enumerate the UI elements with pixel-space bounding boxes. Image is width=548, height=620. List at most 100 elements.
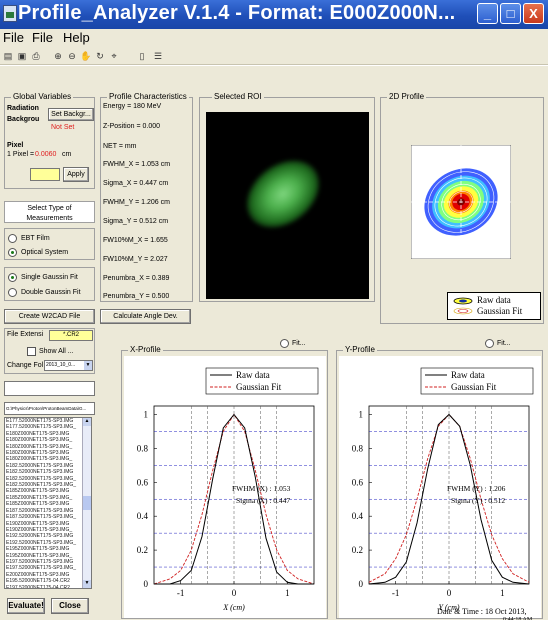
window-title: Profile_Analyzer V.1.4 - Format: E000Z00… [18,2,456,24]
not-set-status: Not Set [51,124,75,131]
calculate-angle-button[interactable]: Calculate Angle Dev. [100,309,191,324]
x-xlabel: X (cm) [222,603,245,612]
x-xtick-label: -1 [177,588,185,598]
measurement-type-header: Select Type of Measurements [4,201,95,223]
chevron-down-icon[interactable]: ▼ [84,361,92,370]
menu-bar: File File Help [0,29,548,47]
pixel-label: Pixel [7,142,24,149]
x-ytick-label: 1 [144,409,149,419]
data-cursor-icon[interactable]: ⌖ [108,50,120,62]
single-gaussian-radio[interactable] [8,273,17,282]
zoom-out-icon[interactable]: ⊖ [66,50,78,62]
ebt-film-radio[interactable] [8,234,17,243]
rotate-icon[interactable]: ↻ [94,50,106,62]
optical-system-label: Optical System [21,249,69,256]
y-legend-raw-label: Raw data [451,370,485,380]
profile-2d-legend: Raw data Gaussian Fit [447,292,541,320]
scroll-down-icon[interactable]: ▼ [83,580,91,588]
file-filter-input[interactable] [4,381,95,396]
single-gaussian-label: Single Gaussin Fit [21,274,78,281]
y-ytick-label: 0.6 [352,477,364,487]
y-ytick-label: 1 [359,409,364,419]
z-position-value: Z-Position = 0.000 [103,123,161,130]
profile-2d-title: 2D Profile [387,92,427,101]
background-label: Backgrou [7,116,40,123]
optical-system-radio[interactable] [8,248,17,257]
fit-type-group: Single Gaussin Fit Double Gaussin Fit [4,267,95,301]
app-icon [3,5,17,22]
pan-icon[interactable]: ✋ [80,50,92,62]
save-icon[interactable]: ▣ [16,50,28,62]
x-ytick-label: 0.6 [137,477,149,487]
file-list-item[interactable]: E197.52000NET175-04.CR2 [5,585,91,588]
x-profile-title: X-Profile [128,345,163,354]
y-ytick-label: 0.2 [352,545,363,555]
scroll-thumb[interactable] [83,496,91,510]
show-all-checkbox[interactable] [27,347,36,356]
close-window-button[interactable]: X [523,3,544,24]
profile-characteristics-panel: Profile Characteristics Energy = 180 MeV… [100,92,193,302]
maximize-button[interactable]: □ [500,3,521,24]
colorbar-icon[interactable]: ▯ [136,50,148,62]
close-button[interactable]: Close [51,598,89,614]
menu-file-2[interactable]: File [32,30,53,45]
evaluate-button[interactable]: Evaluate! [7,598,45,614]
x-profile-plot[interactable]: 0 0.2 0.4 0.6 0.8 1 -1 0 1 X (cm) FWHM (X) : 1.053… [124,356,326,618]
x-legend-raw-label: Raw data [236,370,270,380]
file-extension-input[interactable]: *.CR2 [49,330,93,341]
profile-2d-plot[interactable] [411,145,511,259]
sigma-y-value: Sigma_Y = 0.512 cm [103,218,169,225]
menu-help[interactable]: Help [63,30,90,45]
folder-select[interactable]: 2013_10_0... ▼ [44,360,93,371]
y-legend-fit-label: Gaussian Fit [451,382,497,392]
y-fit-radio[interactable] [485,339,494,348]
y-fit-label: Fit... [497,340,511,347]
legend-fit-label: Gaussian Fit [477,306,523,316]
y-profile-plot[interactable]: 00.20.40.60.81-1 0 1Y (cm)FWHM (Y) : 1.206… [339,356,541,618]
pixel-size-prefix: 1 Pixel = [7,151,35,158]
y-sigma-label: Sigma (Y) : 0.512 [451,496,505,505]
print-icon[interactable]: ⎙ [30,50,42,62]
x-legend-fit-label: Gaussian Fit [236,382,282,392]
y-xtick-label: 0 [447,588,452,598]
create-w2cad-button[interactable]: Create W2CAD File [4,309,95,324]
y-ytick-label: 0.4 [352,511,364,521]
selected-roi-panel: Selected ROI [199,92,375,302]
beam-spot [233,146,333,242]
fw10-x-value: FW10%M_X = 1.655 [103,237,168,244]
x-ytick-label: 0.4 [137,511,149,521]
penumbra-x-value: Penumbra_X = 0.389 [103,275,170,282]
apply-button[interactable]: Apply [63,167,89,182]
pixel-size-unit: cm [62,151,72,158]
show-all-label: Show All ... [39,348,74,355]
file-list[interactable]: E177.52000NET175-SP3.IMG E177.52000NET175… [4,417,92,589]
legend-icon[interactable]: ☰ [152,50,164,62]
pixel-size-input[interactable] [30,168,60,181]
zoom-in-icon[interactable]: ⊕ [52,50,64,62]
current-path: G:\Physics\Proton\ProtonBeamData\G... [4,402,95,415]
double-gaussian-radio[interactable] [8,288,17,297]
title-bar: Profile_Analyzer V.1.4 - Format: E000Z00… [0,0,548,29]
y-xtick-label: 1 [500,588,505,598]
scroll-up-icon[interactable]: ▲ [83,418,91,426]
legend-raw-label: Raw data [477,295,511,305]
x-xtick-label: 0 [232,588,237,598]
roi-image[interactable] [206,112,369,299]
x-fit-radio[interactable] [280,339,289,348]
pixel-size-value: 0.0060 [35,151,57,158]
toolbar: ▤ ▣ ⎙ ⊕ ⊖ ✋ ↻ ⌖ ▯ ☰ [0,47,548,65]
set-background-button[interactable]: Set Backgr... [48,108,94,121]
y-xtick-label: -1 [392,588,400,598]
radiation-label: Radiation [7,105,39,112]
global-variables-title: Global Variables [11,92,74,101]
sigma-x-value: Sigma_X = 0.447 cm [103,180,169,187]
x-ytick-label: 0 [144,579,149,589]
y-ytick-label: 0 [359,579,364,589]
minimize-button[interactable]: _ [477,3,498,24]
file-extension-label: File Extensi [7,331,44,338]
date-time-label: Date & Time : 18 Oct 2013, [437,607,527,616]
profile-characteristics-title: Profile Characteristics [107,92,189,101]
open-icon[interactable]: ▤ [2,50,14,62]
file-list-scrollbar[interactable]: ▲ ▼ [82,418,91,588]
menu-file[interactable]: File [3,30,24,45]
